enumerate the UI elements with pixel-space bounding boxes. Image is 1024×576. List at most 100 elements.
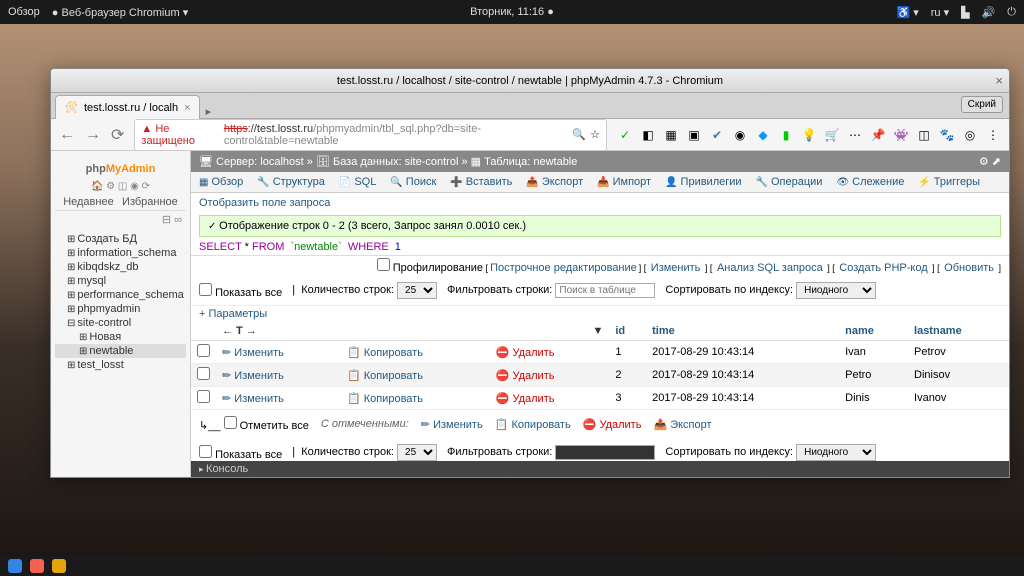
rowcount-select[interactable]: 25 xyxy=(397,444,437,461)
forward-button[interactable]: → xyxy=(85,126,101,144)
ext-icon[interactable]: ✓ xyxy=(617,127,633,143)
bc-server[interactable]: 🖥 Сервер: localhost xyxy=(199,156,304,168)
tab-tracking[interactable]: 👁 Слежение xyxy=(836,176,904,188)
php-link[interactable]: Создать PHP-код xyxy=(839,262,927,274)
ext-icon[interactable]: 📌 xyxy=(870,127,886,143)
tab-browse[interactable]: ▦ Обзор xyxy=(199,176,243,188)
ext-icon[interactable]: ▮ xyxy=(778,127,794,143)
dock-app-icon[interactable] xyxy=(8,559,22,573)
new-tab-button[interactable]: ▸ xyxy=(206,105,212,118)
inline-edit-link[interactable]: Построчное редактирование xyxy=(490,262,637,274)
row-check[interactable] xyxy=(197,344,210,357)
tab-structure[interactable]: 🔧 Структура xyxy=(257,176,325,188)
col-time[interactable]: time xyxy=(646,322,839,341)
ext-icon[interactable]: ◫ xyxy=(916,127,932,143)
close-icon[interactable]: × xyxy=(995,73,1003,88)
search-in-page-icon[interactable]: 🔍 xyxy=(572,128,586,141)
tree-db[interactable]: ⊞ performance_schema xyxy=(55,288,186,302)
tree-new-table[interactable]: ⊞ Новая xyxy=(55,330,186,344)
row-delete[interactable]: ⛔ Удалить xyxy=(496,370,555,382)
address-bar[interactable]: ▲ Не защищено https://test.losst.ru/phpm… xyxy=(134,119,607,151)
tree-db[interactable]: ⊞ test_losst xyxy=(55,358,186,372)
tree-new-db[interactable]: ⊞ Создать БД xyxy=(55,232,186,246)
ext-icon[interactable]: ▣ xyxy=(686,127,702,143)
accessibility-icon[interactable]: ♿ ▾ xyxy=(896,6,918,19)
ext-icon[interactable]: ⋯ xyxy=(847,127,863,143)
col-id[interactable]: id xyxy=(609,322,646,341)
tree-db[interactable]: ⊞ mysql xyxy=(55,274,186,288)
row-edit[interactable]: ✏ Изменить xyxy=(222,370,284,382)
params-toggle[interactable]: + Параметры xyxy=(199,308,267,320)
row-check[interactable] xyxy=(197,367,210,380)
app-menu[interactable]: ● Веб-браузер Chromium ▾ xyxy=(52,6,188,19)
ext-icon[interactable]: ◆ xyxy=(755,127,771,143)
showall-check[interactable]: Показать все xyxy=(199,445,282,461)
tree-table-selected[interactable]: ⊞ newtable xyxy=(55,344,186,358)
batch-export[interactable]: 📤 Экспорт xyxy=(653,418,711,431)
ext-icon[interactable]: ◎ xyxy=(962,127,978,143)
profiling-checkbox[interactable]: Профилирование xyxy=(377,262,483,274)
lang-indicator[interactable]: ru ▾ xyxy=(931,6,949,19)
favorite-link[interactable]: Избранное xyxy=(122,196,178,208)
power-icon[interactable]: ⏻ xyxy=(1007,6,1016,19)
batch-edit[interactable]: ✏ Изменить xyxy=(421,418,483,431)
recent-link[interactable]: Недавнее xyxy=(63,196,114,208)
ext-icon[interactable]: ▦ xyxy=(663,127,679,143)
filter-input[interactable] xyxy=(555,445,655,460)
volume-icon[interactable]: 🔊 xyxy=(982,6,996,19)
checkall[interactable] xyxy=(224,416,237,429)
tab-import[interactable]: 📥 Импорт xyxy=(597,176,651,188)
batch-delete[interactable]: ⛔ Удалить xyxy=(583,418,642,431)
bc-db[interactable]: 🗄 База данных: site-control xyxy=(316,156,458,168)
tab-search[interactable]: 🔍 Поиск xyxy=(390,176,436,188)
browser-tab[interactable]: 🛠 test.losst.ru / localh × xyxy=(55,95,200,119)
bc-table[interactable]: ▦ Таблица: newtable xyxy=(471,156,578,168)
console-bar[interactable]: ▸ Консоль xyxy=(191,461,1009,477)
show-query-link[interactable]: Отобразить поле запроса xyxy=(199,197,330,209)
tab-privileges[interactable]: 👤 Привилегии xyxy=(665,176,741,188)
menu-icon[interactable]: ⋮ xyxy=(985,127,1001,143)
ext-icon[interactable]: 🛒 xyxy=(824,127,840,143)
tab-export[interactable]: 📤 Экспорт xyxy=(526,176,583,188)
edit-link[interactable]: Изменить xyxy=(651,262,701,274)
pma-nav-icons[interactable]: 🏠 ⚙ ◫ ◉ ⟳ xyxy=(55,179,186,194)
row-delete[interactable]: ⛔ Удалить xyxy=(496,347,555,359)
activities-button[interactable]: Обзор xyxy=(8,6,40,18)
batch-copy[interactable]: 📋 Копировать xyxy=(495,418,571,431)
dock-app-icon[interactable] xyxy=(30,559,44,573)
analyze-link[interactable]: Анализ SQL запроса xyxy=(717,262,823,274)
tab-insert[interactable]: ➕ Вставить xyxy=(450,176,512,188)
tab-sql[interactable]: 📄 SQL xyxy=(339,176,376,188)
row-copy[interactable]: 📋 Копировать xyxy=(347,347,423,359)
screenshot-button[interactable]: Скрий xyxy=(961,96,1003,113)
tab-close-icon[interactable]: × xyxy=(184,102,190,114)
refresh-link[interactable]: Обновить xyxy=(944,262,994,274)
row-check[interactable] xyxy=(197,390,210,403)
col-name[interactable]: name xyxy=(839,322,908,341)
ext-icon[interactable]: 👾 xyxy=(893,127,909,143)
tab-triggers[interactable]: ⚡ Триггеры xyxy=(918,176,980,188)
dock-app-icon[interactable] xyxy=(52,559,66,573)
ext-icon[interactable]: 🐾 xyxy=(939,127,955,143)
ext-icon[interactable]: ◉ xyxy=(732,127,748,143)
tree-db-open[interactable]: ⊟ site-control xyxy=(55,316,186,330)
network-icon[interactable]: ▙ xyxy=(961,6,969,19)
tree-db[interactable]: ⊞ phpmyadmin xyxy=(55,302,186,316)
ext-icon[interactable]: 💡 xyxy=(801,127,817,143)
ext-icon[interactable]: ◧ xyxy=(640,127,656,143)
bc-icons[interactable]: ⚙ ⬈ xyxy=(979,155,1001,168)
sort-select[interactable]: Ниодного xyxy=(796,282,876,299)
rowcount-select[interactable]: 25 xyxy=(397,282,437,299)
clock[interactable]: Вторник, 11:16 ● xyxy=(470,6,554,18)
row-copy[interactable]: 📋 Копировать xyxy=(347,393,423,405)
sort-select[interactable]: Ниодного xyxy=(796,444,876,461)
collapse-icon[interactable]: ⊟ ∞ xyxy=(55,211,186,228)
row-edit[interactable]: ✏ Изменить xyxy=(222,347,284,359)
bookmark-star-icon[interactable]: ☆ xyxy=(590,128,600,141)
tab-operations[interactable]: 🔧 Операции xyxy=(756,176,823,188)
row-copy[interactable]: 📋 Копировать xyxy=(347,370,423,382)
tree-db[interactable]: ⊞ kibqdskz_db xyxy=(55,260,186,274)
row-edit[interactable]: ✏ Изменить xyxy=(222,393,284,405)
filter-input[interactable] xyxy=(555,283,655,298)
col-lastname[interactable]: lastname xyxy=(908,322,1009,341)
